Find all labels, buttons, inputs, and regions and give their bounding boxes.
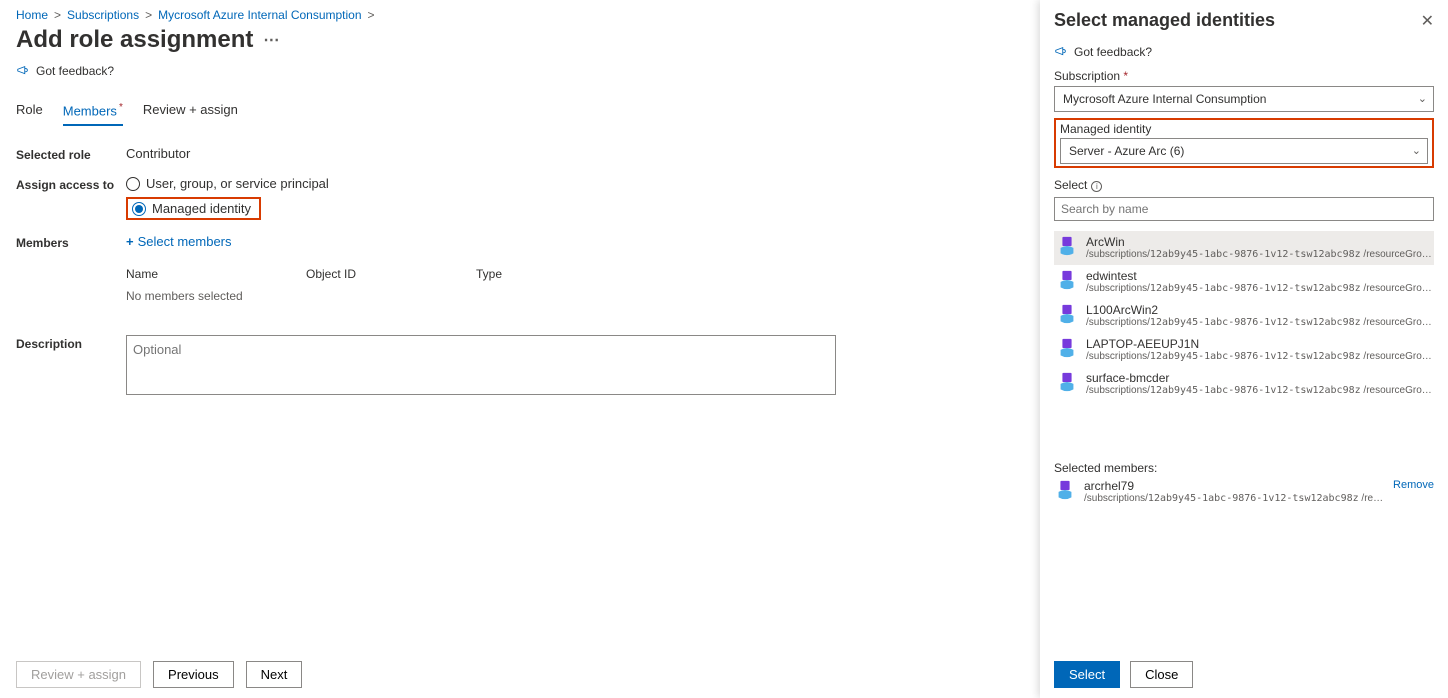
identity-path: /subscriptions/12ab9y45-1abc-9876-1v12-t… <box>1086 351 1432 363</box>
members-label: Members <box>16 234 126 321</box>
radio-icon <box>126 177 140 191</box>
identity-name: LAPTOP-AEEUPJ1N <box>1086 337 1432 351</box>
server-icon <box>1056 337 1078 363</box>
review-assign-button[interactable]: Review + assign <box>16 661 141 688</box>
subscription-label: Subscription * <box>1054 69 1434 83</box>
server-icon <box>1056 303 1078 329</box>
panel-feedback-link[interactable]: Got feedback? <box>1054 45 1434 59</box>
megaphone-icon <box>1054 45 1068 59</box>
server-icon <box>1056 235 1078 261</box>
select-members-link[interactable]: + Select members <box>126 234 1024 249</box>
selected-role-value: Contributor <box>126 146 1024 162</box>
identity-path: /subscriptions/12ab9y45-1abc-9876-1v12-t… <box>1086 283 1432 295</box>
server-icon <box>1056 371 1078 397</box>
identity-name: L100ArcWin2 <box>1086 303 1432 317</box>
radio-user-group[interactable]: User, group, or service principal <box>126 176 1024 191</box>
select-label: Selecti <box>1054 178 1434 192</box>
tab-members[interactable]: Members* <box>63 96 123 126</box>
chevron-down-icon: ⌄ <box>1412 144 1421 157</box>
select-button[interactable]: Select <box>1054 661 1120 688</box>
breadcrumb: Home> Subscriptions> Mycrosoft Azure Int… <box>16 8 1024 22</box>
close-button[interactable]: Close <box>1130 661 1193 688</box>
selected-member-path: /subscriptions/12ab9y45-1abc-9876-1v12-t… <box>1084 493 1385 505</box>
identity-name: surface-bmcder <box>1086 371 1432 385</box>
description-label: Description <box>16 335 126 398</box>
selected-member-row: arcrhel79 /subscriptions/12ab9y45-1abc-9… <box>1054 479 1434 505</box>
identity-item[interactable]: ArcWin/subscriptions/12ab9y45-1abc-9876-… <box>1054 231 1434 265</box>
identity-item[interactable]: LAPTOP-AEEUPJ1N/subscriptions/12ab9y45-1… <box>1054 333 1434 367</box>
plus-icon: + <box>126 234 134 249</box>
no-members-text: No members selected <box>126 289 1024 303</box>
feedback-link[interactable]: Got feedback? <box>16 64 1024 78</box>
identity-name: ArcWin <box>1086 235 1432 249</box>
identity-list: ArcWin/subscriptions/12ab9y45-1abc-9876-… <box>1054 231 1434 401</box>
tabs: Role Members* Review + assign <box>16 96 1024 126</box>
subscription-select[interactable]: Mycrosoft Azure Internal Consumption ⌄ <box>1054 86 1434 112</box>
server-icon <box>1056 269 1078 295</box>
description-input[interactable] <box>126 335 836 395</box>
server-icon <box>1054 479 1076 504</box>
select-managed-identities-panel: Select managed identities ✕ Got feedback… <box>1040 0 1448 698</box>
assign-access-label: Assign access to <box>16 176 126 220</box>
selected-role-label: Selected role <box>16 146 126 162</box>
managed-identity-select[interactable]: Server - Azure Arc (6) ⌄ <box>1060 138 1428 164</box>
remove-link[interactable]: Remove <box>1393 479 1434 491</box>
panel-title: Select managed identities <box>1054 10 1275 31</box>
info-icon[interactable]: i <box>1091 181 1102 192</box>
search-input[interactable] <box>1054 197 1434 221</box>
identity-item[interactable]: L100ArcWin2/subscriptions/12ab9y45-1abc-… <box>1054 299 1434 333</box>
selected-member-name: arcrhel79 <box>1084 479 1385 493</box>
identity-path: /subscriptions/12ab9y45-1abc-9876-1v12-t… <box>1086 317 1432 329</box>
more-icon[interactable]: ⋯ <box>263 30 279 50</box>
identity-path: /subscriptions/12ab9y45-1abc-9876-1v12-t… <box>1086 385 1432 397</box>
radio-managed-identity[interactable]: Managed identity <box>132 201 251 216</box>
breadcrumb-home[interactable]: Home <box>16 8 48 22</box>
radio-checked-icon <box>132 202 146 216</box>
close-icon[interactable]: ✕ <box>1421 11 1434 31</box>
identity-name: edwintest <box>1086 269 1432 283</box>
members-table-header: Name Object ID Type <box>126 267 826 281</box>
chevron-down-icon: ⌄ <box>1418 92 1427 105</box>
tab-role[interactable]: Role <box>16 96 43 126</box>
breadcrumb-subscriptions[interactable]: Subscriptions <box>67 8 139 22</box>
tab-review[interactable]: Review + assign <box>143 96 238 126</box>
previous-button[interactable]: Previous <box>153 661 234 688</box>
identity-path: /subscriptions/12ab9y45-1abc-9876-1v12-t… <box>1086 249 1432 261</box>
managed-identity-label: Managed identity <box>1056 120 1432 136</box>
next-button[interactable]: Next <box>246 661 303 688</box>
megaphone-icon <box>16 64 30 78</box>
page-title: Add role assignment ⋯ <box>16 26 1024 54</box>
identity-item[interactable]: edwintest/subscriptions/12ab9y45-1abc-98… <box>1054 265 1434 299</box>
breadcrumb-subscription-name[interactable]: Mycrosoft Azure Internal Consumption <box>158 8 361 22</box>
selected-members-header: Selected members: <box>1054 461 1434 475</box>
identity-item[interactable]: surface-bmcder/subscriptions/12ab9y45-1a… <box>1054 367 1434 401</box>
